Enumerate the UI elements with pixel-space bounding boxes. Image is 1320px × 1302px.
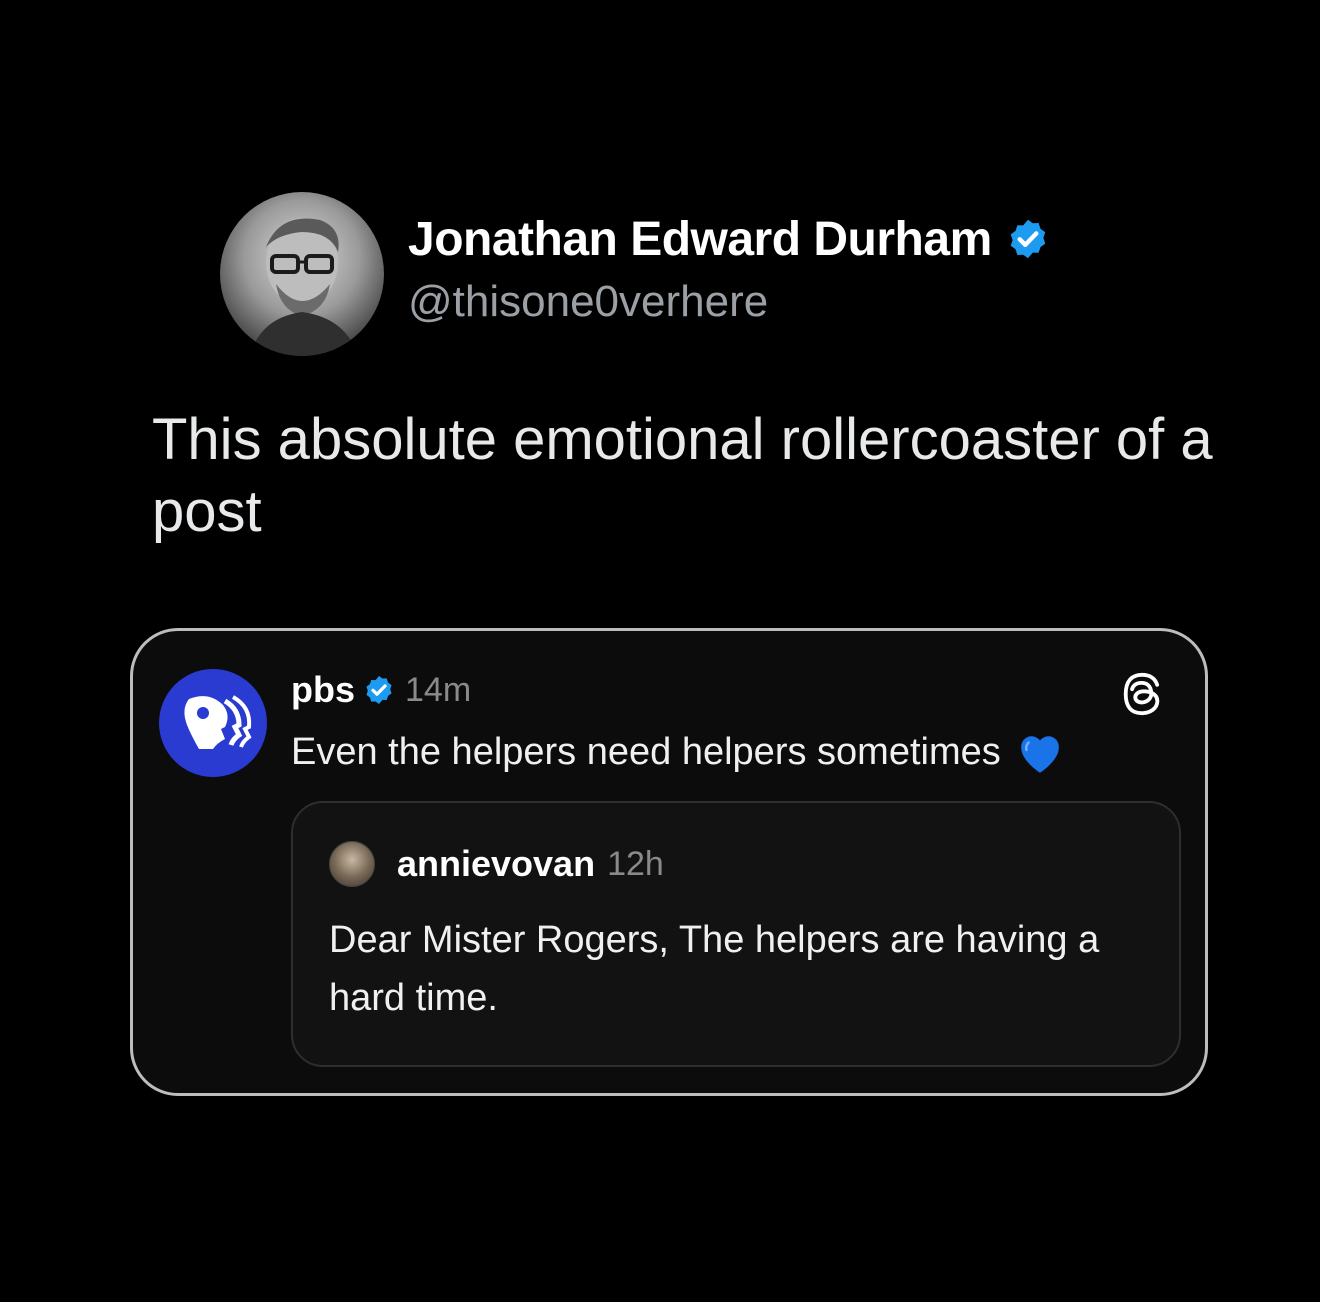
- embedded-post-card[interactable]: pbs 14m Even the helpers need helpers so…: [130, 628, 1208, 1096]
- pbs-heads-icon: [184, 695, 252, 749]
- quoted-post-text: Dear Mister Rogers, The helpers are havi…: [329, 919, 1100, 1019]
- embedded-post-time: 14m: [405, 670, 472, 709]
- quoted-post-username[interactable]: annievovan: [397, 843, 595, 885]
- embedded-post-text-row: Even the helpers need helpers sometimes: [291, 729, 1065, 775]
- tweet-header: Jonathan Edward Durham @thisone0verhere: [220, 192, 1050, 356]
- tweet-text: This absolute emotional rollercoaster of…: [152, 407, 1213, 544]
- verified-badge-icon: [366, 676, 392, 704]
- author-handle[interactable]: @thisone0verhere: [408, 277, 1050, 327]
- quoted-post-avatar[interactable]: [329, 841, 375, 887]
- embedded-post-header: pbs 14m: [291, 669, 471, 711]
- embedded-post-text: Even the helpers need helpers sometimes: [291, 730, 1001, 773]
- portrait-icon: [250, 218, 358, 356]
- blue-heart-icon: [1020, 736, 1059, 773]
- author-avatar[interactable]: [220, 192, 384, 356]
- author-names: Jonathan Edward Durham @thisone0verhere: [408, 212, 1050, 327]
- verified-badge-icon: [1010, 219, 1045, 259]
- quoted-post-time: 12h: [607, 844, 664, 883]
- author-display-name[interactable]: Jonathan Edward Durham: [408, 212, 992, 267]
- quoted-post-header: annievovan 12h: [329, 841, 664, 887]
- embedded-post-username[interactable]: pbs: [291, 669, 355, 711]
- threads-icon[interactable]: [1119, 671, 1165, 717]
- pbs-logo-icon[interactable]: [159, 669, 267, 777]
- display-name-row: Jonathan Edward Durham: [408, 212, 1050, 267]
- quoted-post[interactable]: annievovan 12h Dear Mister Rogers, The h…: [291, 801, 1181, 1067]
